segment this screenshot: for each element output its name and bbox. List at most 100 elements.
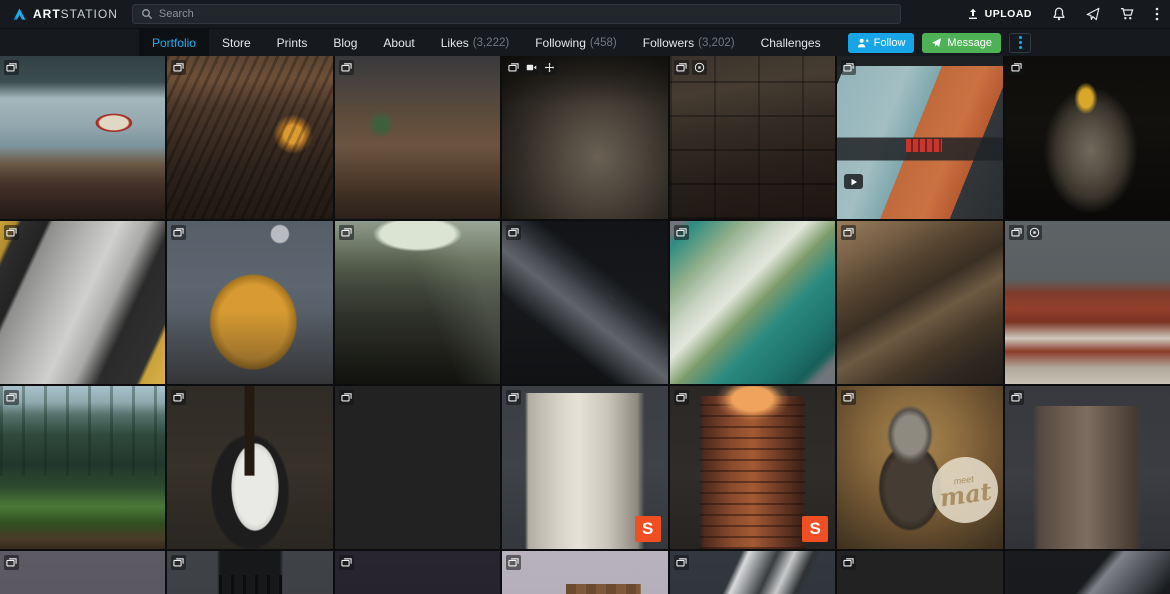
tile-type-icons — [1009, 225, 1042, 240]
messages-send-icon[interactable] — [1086, 7, 1100, 21]
gallery-icon — [506, 555, 521, 570]
tile-type-icons — [339, 60, 354, 75]
follow-person-plus-icon — [857, 37, 869, 49]
gallery-icon — [841, 555, 856, 570]
tile-type-icons — [171, 225, 186, 240]
gallery-icon — [674, 60, 689, 75]
message-button[interactable]: Message — [922, 33, 1001, 53]
tab-count: (3,202) — [698, 37, 734, 49]
artwork-tile[interactable] — [0, 221, 165, 384]
search-input[interactable] — [159, 8, 892, 20]
gallery-icon — [506, 60, 521, 75]
search-bar[interactable] — [132, 4, 901, 24]
artwork-tile[interactable]: S — [670, 386, 835, 549]
gallery-icon — [506, 390, 521, 405]
artwork-tile[interactable]: S — [502, 386, 667, 549]
artwork-tile[interactable] — [167, 221, 332, 384]
artwork-tile[interactable] — [670, 221, 835, 384]
tab-about[interactable]: About — [370, 29, 427, 56]
gallery-icon — [1009, 60, 1024, 75]
tile-type-icons — [1009, 390, 1024, 405]
gallery-icon — [171, 555, 186, 570]
artwork-tile[interactable] — [167, 386, 332, 549]
tab-portfolio[interactable]: Portfolio — [139, 29, 209, 56]
tile-type-icons — [506, 390, 521, 405]
search-icon — [141, 8, 153, 20]
artwork-tile[interactable] — [837, 551, 1002, 594]
artwork-tile[interactable] — [502, 551, 667, 594]
tile-type-icons — [4, 390, 19, 405]
artwork-tile[interactable] — [837, 56, 1002, 219]
upload-label: UPLOAD — [985, 8, 1032, 20]
artstation-logo-icon — [12, 7, 27, 21]
more-options-kebab-icon[interactable] — [1154, 7, 1160, 21]
artwork-tile[interactable] — [670, 551, 835, 594]
artwork-tile[interactable] — [837, 221, 1002, 384]
tab-followers[interactable]: Followers(3,202) — [630, 29, 748, 56]
tab-label: Challenges — [761, 36, 821, 50]
3d-view-icon — [1027, 225, 1042, 240]
tile-type-icons — [4, 60, 19, 75]
artwork-tile[interactable] — [167, 56, 332, 219]
artstation-logo[interactable]: ARTSTATION — [12, 7, 118, 21]
substance-badge: S — [802, 516, 828, 542]
tab-following[interactable]: Following (458) — [522, 29, 630, 56]
upload-icon — [967, 8, 979, 20]
tile-type-icons — [674, 555, 689, 570]
gallery-icon — [674, 390, 689, 405]
artwork-tile[interactable] — [0, 386, 165, 549]
tile-type-icons — [674, 60, 707, 75]
portfolio-artwork-grid: S Smeetmat — [0, 56, 1170, 594]
tab-store[interactable]: Store — [209, 29, 264, 56]
tab-label: Likes — [441, 36, 469, 50]
tile-type-icons — [674, 390, 689, 405]
follow-label: Follow — [874, 37, 906, 49]
tile-type-icons — [674, 225, 689, 240]
gallery-icon — [674, 225, 689, 240]
tile-type-icons — [4, 555, 19, 570]
notifications-bell-icon[interactable] — [1052, 7, 1066, 21]
tile-type-icons — [841, 225, 856, 240]
tab-label: Following — [535, 36, 586, 50]
upload-button[interactable]: UPLOAD — [967, 8, 1032, 20]
profile-more-options-button[interactable] — [1009, 33, 1031, 53]
tile-type-icons — [1009, 60, 1024, 75]
follow-button[interactable]: Follow — [848, 33, 915, 53]
gallery-icon — [674, 555, 689, 570]
artwork-tile[interactable] — [335, 56, 500, 219]
gallery-icon — [4, 390, 19, 405]
artwork-tile[interactable] — [167, 551, 332, 594]
artwork-tile[interactable] — [0, 551, 165, 594]
gallery-icon — [171, 60, 186, 75]
artwork-tile[interactable] — [335, 221, 500, 384]
artwork-tile[interactable] — [0, 56, 165, 219]
tab-label: Blog — [333, 36, 357, 50]
3d-move-icon — [542, 60, 557, 75]
tile-type-icons — [841, 555, 856, 570]
tile-type-icons — [171, 390, 186, 405]
gallery-icon — [171, 390, 186, 405]
cart-icon[interactable] — [1120, 7, 1134, 21]
tab-blog[interactable]: Blog — [320, 29, 370, 56]
artwork-tile[interactable] — [670, 56, 835, 219]
artwork-tile[interactable] — [1005, 221, 1170, 384]
profile-action-buttons: Follow Message — [848, 29, 1031, 56]
3d-view-icon — [692, 60, 707, 75]
artwork-tile[interactable] — [335, 386, 500, 549]
tab-count: (458) — [590, 37, 617, 49]
tile-type-icons — [841, 390, 856, 405]
gallery-icon — [1009, 225, 1024, 240]
tab-challenges[interactable]: Challenges — [748, 29, 834, 56]
artwork-tile[interactable] — [1005, 56, 1170, 219]
gallery-icon — [1009, 390, 1024, 405]
tab-prints[interactable]: Prints — [264, 29, 321, 56]
artwork-tile[interactable]: meetmat — [837, 386, 1002, 549]
gallery-icon — [4, 555, 19, 570]
artwork-tile[interactable] — [502, 221, 667, 384]
artwork-tile[interactable] — [335, 551, 500, 594]
tile-type-icons — [506, 60, 557, 75]
artwork-tile[interactable] — [1005, 386, 1170, 549]
artwork-tile[interactable] — [1005, 551, 1170, 594]
tab-likes[interactable]: Likes(3,222) — [428, 29, 522, 56]
artwork-tile[interactable] — [502, 56, 667, 219]
